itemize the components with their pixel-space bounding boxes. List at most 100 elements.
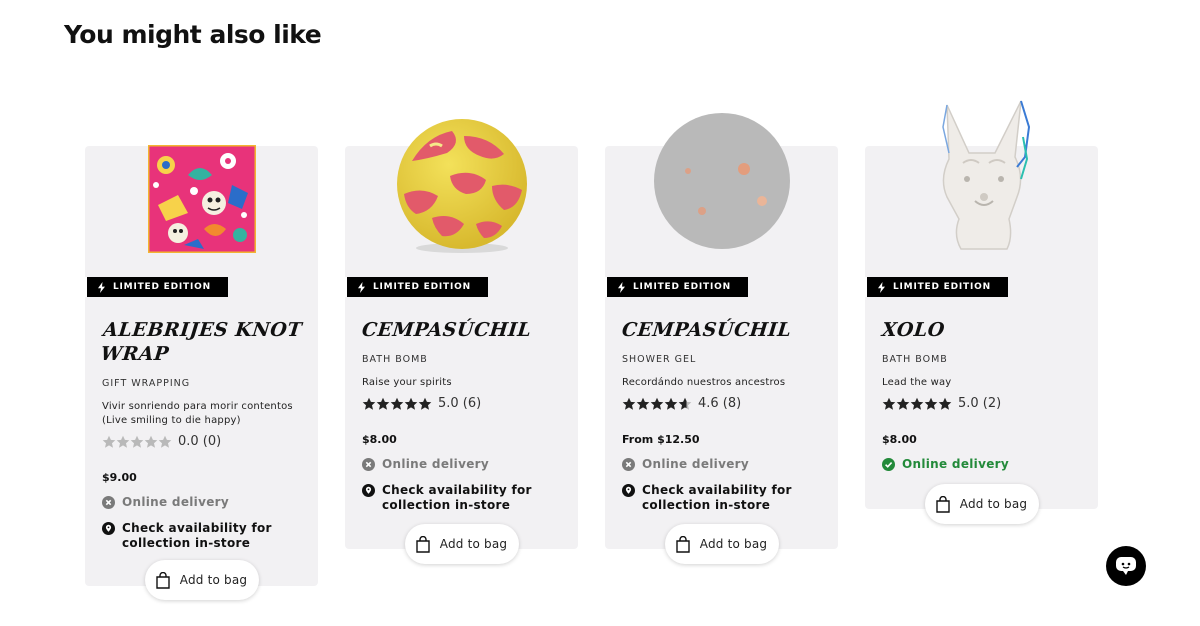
star-icon bbox=[404, 397, 418, 410]
shopping-bag-icon bbox=[936, 495, 950, 513]
badge-label: LIMITED EDITION bbox=[633, 282, 731, 292]
product-category: SHOWER GEL bbox=[622, 354, 697, 365]
online-delivery-status: Online delivery bbox=[102, 495, 306, 510]
online-delivery-label: Online delivery bbox=[642, 457, 749, 471]
product-rating[interactable]: 0.0 (0) bbox=[102, 434, 306, 449]
product-price: $8.00 bbox=[882, 433, 917, 446]
bolt-icon bbox=[358, 281, 365, 293]
collection-label: Check availability for collection in-sto… bbox=[122, 521, 272, 550]
star-icon bbox=[910, 397, 924, 410]
online-delivery-status: Online delivery bbox=[882, 457, 1086, 472]
add-to-bag-label: Add to bag bbox=[699, 537, 768, 551]
shower-gel-image bbox=[653, 113, 790, 249]
bolt-icon bbox=[618, 281, 625, 293]
star-icon bbox=[390, 397, 404, 410]
star-icon bbox=[924, 397, 938, 410]
rating-stars bbox=[882, 397, 952, 411]
section-title: You might also like bbox=[64, 20, 322, 49]
star-icon bbox=[678, 397, 692, 410]
online-delivery-label: Online delivery bbox=[122, 495, 229, 509]
limited-edition-badge: LIMITED EDITION bbox=[865, 277, 1008, 297]
product-rating[interactable]: 5.0 (6) bbox=[362, 396, 566, 411]
star-icon bbox=[938, 397, 952, 410]
rating-text: 0.0 (0) bbox=[178, 434, 222, 449]
rating-text: 4.6 (8) bbox=[698, 396, 742, 411]
star-icon bbox=[116, 435, 130, 448]
chat-button[interactable] bbox=[1106, 546, 1146, 586]
collection-in-store[interactable]: Check availability for collection in-sto… bbox=[622, 483, 826, 513]
location-pin-icon bbox=[362, 484, 375, 497]
star-icon bbox=[664, 397, 678, 410]
product-tagline: Raise your spirits bbox=[362, 377, 452, 388]
add-to-bag-label: Add to bag bbox=[439, 537, 508, 551]
product-rating[interactable]: 5.0 (2) bbox=[882, 396, 1086, 411]
add-to-bag-button[interactable]: Add to bag bbox=[144, 560, 259, 600]
product-image[interactable] bbox=[127, 124, 277, 274]
star-icon bbox=[158, 435, 172, 448]
badge-label: LIMITED EDITION bbox=[893, 282, 991, 292]
star-icon bbox=[144, 435, 158, 448]
star-icon bbox=[882, 397, 896, 410]
xolo-bath-bomb-image bbox=[941, 100, 1030, 250]
check-circle-icon bbox=[882, 458, 895, 471]
product-price: $8.00 bbox=[362, 433, 397, 446]
add-to-bag-label: Add to bag bbox=[959, 497, 1028, 511]
rating-text: 5.0 (6) bbox=[438, 396, 482, 411]
chat-icon bbox=[1116, 557, 1136, 575]
product-image[interactable] bbox=[907, 100, 1057, 250]
product-tagline: Recordándo nuestros ancestros bbox=[622, 377, 786, 388]
star-icon bbox=[636, 397, 650, 410]
collection-in-store[interactable]: Check availability for collection in-sto… bbox=[362, 483, 566, 513]
product-card[interactable]: LIMITED EDITION CEMPASÚCHIL SHOWER GEL R… bbox=[605, 113, 838, 564]
product-category: GIFT WRAPPING bbox=[102, 378, 191, 389]
star-icon bbox=[376, 397, 390, 410]
bath-bomb-image bbox=[396, 119, 527, 253]
product-card[interactable]: LIMITED EDITION CEMPASÚCHIL BATH BOMB Ra… bbox=[345, 119, 578, 564]
rating-text: 5.0 (2) bbox=[958, 396, 1002, 411]
unavailable-icon bbox=[102, 496, 115, 509]
star-icon bbox=[896, 397, 910, 410]
limited-edition-badge: LIMITED EDITION bbox=[605, 277, 748, 297]
product-name[interactable]: XOLO bbox=[881, 318, 1088, 342]
online-delivery-status: Online delivery bbox=[362, 457, 566, 472]
product-price: $9.00 bbox=[102, 471, 137, 484]
shopping-bag-icon bbox=[156, 571, 170, 589]
add-to-bag-label: Add to bag bbox=[179, 573, 248, 587]
product-category: BATH BOMB bbox=[362, 354, 428, 365]
add-to-bag-button[interactable]: Add to bag bbox=[664, 524, 779, 564]
knot-wrap-image bbox=[147, 145, 256, 253]
star-icon bbox=[622, 397, 636, 410]
bolt-icon bbox=[878, 281, 885, 293]
product-price: From $12.50 bbox=[622, 433, 700, 446]
shopping-bag-icon bbox=[676, 535, 690, 553]
online-delivery-status: Online delivery bbox=[622, 457, 826, 472]
bolt-icon bbox=[98, 281, 105, 293]
unavailable-icon bbox=[622, 458, 635, 471]
online-delivery-label: Online delivery bbox=[902, 457, 1009, 471]
product-name[interactable]: CEMPASÚCHIL bbox=[361, 318, 568, 342]
collection-label: Check availability for collection in-sto… bbox=[382, 483, 532, 512]
product-image[interactable] bbox=[387, 106, 537, 256]
star-icon bbox=[650, 397, 664, 410]
location-pin-icon bbox=[102, 522, 115, 535]
product-name[interactable]: ALEBRIJES KNOT WRAP bbox=[99, 318, 308, 366]
rating-stars bbox=[102, 435, 172, 449]
star-icon bbox=[362, 397, 376, 410]
collection-in-store[interactable]: Check availability for collection in-sto… bbox=[102, 521, 306, 551]
product-name[interactable]: CEMPASÚCHIL bbox=[621, 318, 828, 342]
badge-label: LIMITED EDITION bbox=[113, 282, 211, 292]
product-rating[interactable]: 4.6 (8) bbox=[622, 396, 826, 411]
unavailable-icon bbox=[362, 458, 375, 471]
product-image[interactable] bbox=[647, 106, 797, 256]
add-to-bag-button[interactable]: Add to bag bbox=[404, 524, 519, 564]
product-card[interactable]: LIMITED EDITION ALEBRIJES KNOT WRAP GIFT… bbox=[85, 145, 318, 600]
star-icon bbox=[102, 435, 116, 448]
add-to-bag-button[interactable]: Add to bag bbox=[924, 484, 1039, 524]
collection-label: Check availability for collection in-sto… bbox=[642, 483, 792, 512]
online-delivery-label: Online delivery bbox=[382, 457, 489, 471]
limited-edition-badge: LIMITED EDITION bbox=[85, 277, 228, 297]
product-tagline: Vivir sonriendo para morir contentos (Li… bbox=[102, 401, 293, 426]
product-tagline: Lead the way bbox=[882, 377, 952, 388]
rating-stars bbox=[362, 397, 432, 411]
product-card[interactable]: LIMITED EDITION XOLO BATH BOMB Lead the … bbox=[865, 100, 1098, 524]
